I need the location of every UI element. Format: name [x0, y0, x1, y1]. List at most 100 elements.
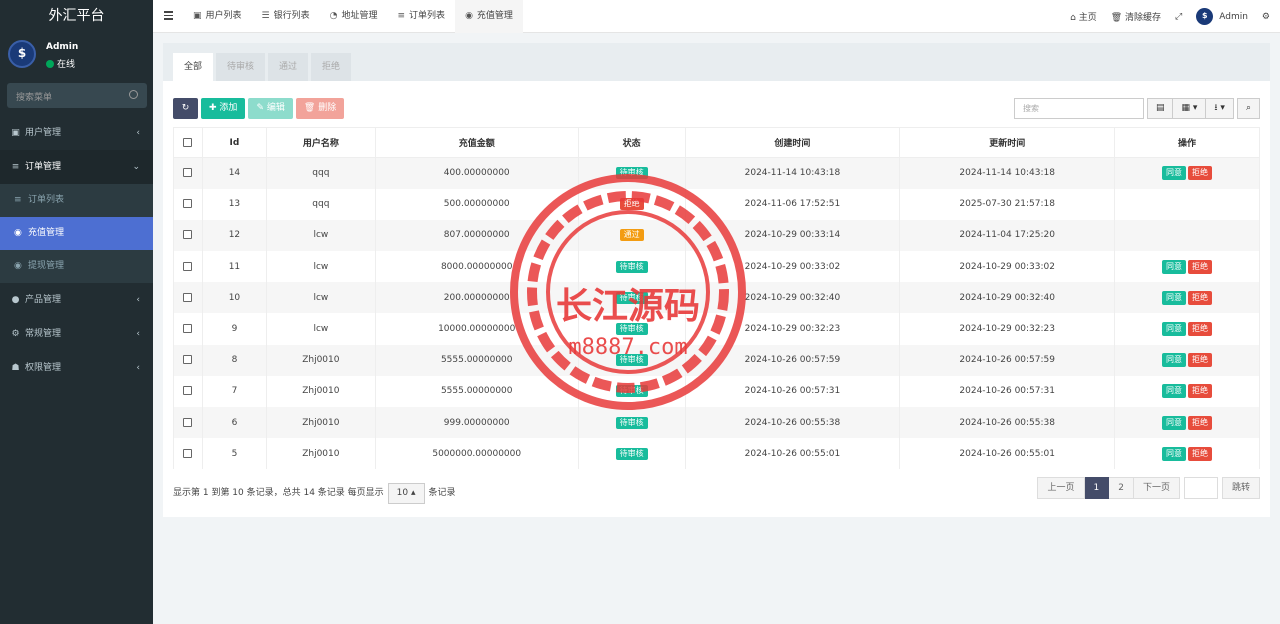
table-row[interactable]: 13 qqq 500.00000000 拒绝 2024-11-06 17:52:51 20… [173, 188, 1260, 220]
table-search-input[interactable]: 搜索 [1013, 98, 1144, 119]
col-id[interactable]: Id [201, 127, 267, 158]
select-all-checkbox[interactable] [173, 127, 203, 158]
agree-button[interactable]: 同意 [1162, 259, 1187, 274]
tab-approved[interactable]: 通过 [268, 53, 309, 81]
checkbox[interactable] [183, 355, 193, 365]
agree-button[interactable]: 同意 [1162, 446, 1187, 461]
agree-button[interactable]: 同意 [1162, 384, 1187, 399]
col-created[interactable]: 创建时间 [684, 127, 901, 158]
agree-button[interactable]: 同意 [1162, 353, 1187, 368]
advanced-search-button[interactable]: ⌕ [1236, 98, 1260, 119]
deny-button[interactable]: 拒绝 [1188, 322, 1213, 337]
sidebar-item-general-mgmt[interactable]: ⚙ 常规管理 ‹ [0, 317, 153, 351]
search-icon[interactable] [129, 90, 138, 99]
sidebar-item-order-list[interactable]: ≡ 订单列表 [0, 184, 153, 217]
home-link[interactable]: ⌂ 主页 [1070, 10, 1097, 23]
sidebar-item-order-mgmt[interactable]: ≡ 订单管理 ⌄ [0, 150, 153, 184]
tab-all[interactable]: 全部 [173, 53, 214, 81]
row-checkbox-cell[interactable] [173, 188, 203, 220]
next-page-button[interactable]: 下一页 [1133, 477, 1180, 499]
row-checkbox-cell[interactable] [173, 157, 203, 189]
agree-button[interactable]: 同意 [1162, 322, 1187, 337]
row-checkbox-cell[interactable] [173, 219, 203, 252]
checkbox[interactable] [183, 417, 193, 427]
tab-user-list[interactable]: ▣ 用户列表 [183, 0, 252, 33]
delete-button[interactable]: 🗑 删除 [295, 98, 345, 119]
status-badge: 待审核 [615, 385, 648, 398]
columns-dropdown[interactable]: ▦ ▾ [1173, 98, 1207, 119]
table-row[interactable]: 7 Zhj0010 5555.00000000 待审核 2024-10-26 00:57… [173, 375, 1260, 407]
prev-page-button[interactable]: 上一页 [1037, 477, 1085, 499]
col-status[interactable]: 状态 [577, 127, 686, 158]
caret-down-icon: ▾ [1192, 103, 1198, 113]
page-button-1[interactable]: 1 [1084, 477, 1110, 499]
table-row[interactable]: 8 Zhj0010 5555.00000000 待审核 2024-10-26 00:57… [173, 344, 1260, 376]
checkbox[interactable] [183, 261, 193, 271]
checkbox[interactable] [183, 324, 193, 334]
checkbox[interactable] [183, 448, 193, 458]
row-checkbox-cell[interactable] [173, 407, 203, 439]
page-size-select[interactable]: 10 ▴ [387, 483, 425, 504]
tab-order-list[interactable]: ≡ 订单列表 [388, 0, 456, 33]
deny-button[interactable]: 拒绝 [1188, 166, 1213, 181]
table-row[interactable]: 12 lcw 807.00000000 通过 2024-10-29 00:33:14 20… [173, 219, 1260, 252]
sidebar-search-input[interactable]: 搜索菜单 [7, 83, 147, 108]
deny-button[interactable]: 拒绝 [1188, 415, 1213, 430]
checkbox[interactable] [183, 230, 193, 240]
sidebar-item-product-mgmt[interactable]: ● 产品管理 ‹ [0, 283, 153, 317]
agree-button[interactable]: 同意 [1162, 290, 1187, 305]
jump-button[interactable]: 跳转 [1221, 477, 1260, 499]
tab-recharge-mgmt[interactable]: ◉ 充值管理 [455, 0, 523, 33]
checkbox[interactable] [183, 386, 193, 396]
clear-cache-button[interactable]: 🗑 清除缓存 [1111, 10, 1161, 23]
checkbox[interactable] [183, 137, 193, 147]
row-checkbox-cell[interactable] [173, 438, 203, 470]
add-button[interactable]: ✚ 添加 [201, 98, 246, 119]
checkbox[interactable] [183, 199, 193, 209]
checkbox[interactable] [183, 168, 193, 178]
agree-button[interactable]: 同意 [1162, 166, 1187, 181]
avatar [8, 40, 36, 68]
settings-cogs-icon[interactable]: ⚙ [1262, 12, 1270, 22]
table-row[interactable]: 11 lcw 8000.00000000 待审核 2024-10-29 00:33:02… [173, 251, 1260, 283]
table-row[interactable]: 6 Zhj0010 999.00000000 待审核 2024-10-26 00:55:… [173, 407, 1260, 439]
sidebar-item-perm-mgmt[interactable]: ☗ 权限管理 ‹ [0, 351, 153, 385]
fullscreen-icon[interactable]: ⤢ [1175, 12, 1182, 22]
tab-bank-list[interactable]: ☰ 银行列表 [252, 0, 320, 33]
deny-button[interactable]: 拒绝 [1188, 384, 1213, 399]
user-card-icon: ▣ [193, 11, 202, 21]
row-checkbox-cell[interactable] [173, 251, 203, 283]
sidebar-item-withdraw-mgmt[interactable]: ◉ 提现管理 [0, 250, 153, 283]
sidebar-item-user-mgmt[interactable]: ▣ 用户管理 ‹ [0, 116, 153, 150]
row-checkbox-cell[interactable] [173, 344, 203, 376]
deny-button[interactable]: 拒绝 [1188, 259, 1213, 274]
refresh-button[interactable]: ↻ [173, 98, 198, 119]
hamburger-menu-icon[interactable] [164, 11, 173, 20]
sidebar-item-recharge-mgmt[interactable]: ◉ 充值管理 [0, 217, 153, 250]
export-dropdown[interactable]: ⭳ ▾ [1206, 98, 1234, 119]
deny-button[interactable]: 拒绝 [1188, 290, 1213, 305]
jump-page-input[interactable] [1183, 477, 1218, 499]
edit-button[interactable]: ✎ 编辑 [248, 98, 293, 119]
brand-title[interactable]: 外汇平台 [0, 0, 153, 32]
page-button-2[interactable]: 2 [1109, 477, 1134, 499]
table-row[interactable]: 10 lcw 200.00000000 待审核 2024-10-29 00:32:40 2… [173, 282, 1260, 314]
col-updated[interactable]: 更新时间 [899, 127, 1116, 158]
table-row[interactable]: 9 lcw 10000.00000000 待审核 2024-10-29 00:32:23… [173, 313, 1260, 345]
tab-rejected[interactable]: 拒绝 [311, 53, 352, 81]
toggle-view-button[interactable]: ▤ [1146, 98, 1174, 119]
tab-address-mgmt[interactable]: ◔ 地址管理 [320, 0, 388, 33]
row-checkbox-cell[interactable] [173, 282, 203, 314]
row-checkbox-cell[interactable] [173, 313, 203, 345]
col-amount[interactable]: 充值金额 [374, 127, 579, 158]
col-username[interactable]: 用户名称 [265, 127, 376, 158]
tab-pending[interactable]: 待审核 [216, 53, 266, 81]
deny-button[interactable]: 拒绝 [1188, 446, 1213, 461]
agree-button[interactable]: 同意 [1162, 415, 1187, 430]
table-row[interactable]: 5 Zhj0010 5000000.00000000 待审核 2024-10-26 00… [173, 438, 1260, 470]
table-row[interactable]: 14 qqq 400.00000000 待审核 2024-11-14 10:43:18 2… [173, 157, 1260, 189]
deny-button[interactable]: 拒绝 [1188, 353, 1213, 368]
checkbox[interactable] [183, 292, 193, 302]
admin-menu[interactable]: Admin [1196, 8, 1248, 25]
row-checkbox-cell[interactable] [173, 375, 203, 407]
